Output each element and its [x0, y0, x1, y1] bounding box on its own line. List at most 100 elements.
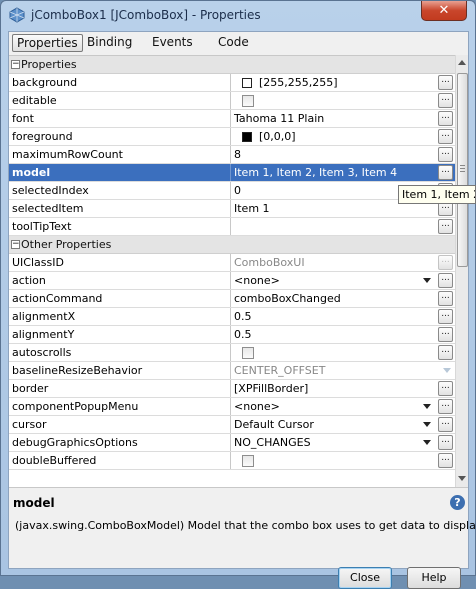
property-value: <none> — [234, 400, 280, 413]
property-value: Default Cursor — [234, 418, 314, 431]
help-icon[interactable]: ? — [450, 495, 465, 510]
property-row-model[interactable]: model Item 1, Item 2, Item 3, Item 4 ... — [9, 164, 455, 182]
property-name: background — [9, 74, 231, 91]
ellipsis-button[interactable]: ... — [438, 255, 453, 270]
property-row-debuggraphicsoptions[interactable]: debugGraphicsOptions NO_CHANGES ... — [9, 434, 455, 452]
ellipsis-button[interactable]: ... — [438, 93, 453, 108]
help-button[interactable]: Help — [407, 567, 461, 589]
ellipsis-button[interactable]: ... — [438, 111, 453, 126]
ellipsis-button[interactable]: ... — [438, 345, 453, 360]
collapse-toggle-icon[interactable]: − — [11, 240, 20, 249]
ellipsis-button[interactable]: ... — [438, 435, 453, 450]
property-value: CENTER_OFFSET — [234, 364, 326, 377]
ellipsis-button[interactable]: ... — [438, 417, 453, 432]
property-value: 0.5 — [234, 310, 252, 323]
dropdown-arrow-icon[interactable] — [423, 440, 431, 445]
title-bar[interactable]: jComboBox1 [JComboBox] - Properties ✕ — [1, 1, 475, 31]
ellipsis-button[interactable]: ... — [438, 453, 453, 468]
property-name: model — [9, 164, 231, 181]
property-row-uiclassid[interactable]: UIClassID ComboBoxUI ... — [9, 254, 455, 272]
property-row-doublebuffered[interactable]: doubleBuffered ... — [9, 452, 455, 470]
property-name: toolTipText — [9, 218, 231, 235]
property-value: ComboBoxUI — [234, 256, 305, 269]
collapse-toggle-icon[interactable]: − — [11, 60, 20, 69]
property-row-border[interactable]: border [XPFillBorder] ... — [9, 380, 455, 398]
close-window-button[interactable]: ✕ — [421, 1, 467, 21]
ellipsis-button[interactable]: ... — [438, 165, 453, 180]
property-row-foreground[interactable]: foreground [0,0,0] ... — [9, 128, 455, 146]
dropdown-arrow-icon[interactable] — [423, 278, 431, 283]
property-name: componentPopupMenu — [9, 398, 231, 415]
property-row-font[interactable]: font Tahoma 11 Plain ... — [9, 110, 455, 128]
property-value: <none> — [234, 274, 280, 287]
property-value — [232, 218, 436, 235]
tab-binding[interactable]: Binding — [83, 34, 136, 52]
property-row-editable[interactable]: editable ... — [9, 92, 455, 110]
property-value: [0,0,0] — [259, 130, 296, 143]
scrollbar-thumb[interactable] — [457, 73, 468, 267]
ellipsis-button[interactable]: ... — [438, 327, 453, 342]
ellipsis-button[interactable]: ... — [438, 273, 453, 288]
property-row-alignmenty[interactable]: alignmentY 0.5 ... — [9, 326, 455, 344]
property-name: baselineResizeBehavior — [9, 362, 231, 379]
property-name: foreground — [9, 128, 231, 145]
ellipsis-button[interactable]: ... — [438, 291, 453, 306]
property-name: font — [9, 110, 231, 127]
description-text: (javax.swing.ComboBoxModel) Model that t… — [15, 519, 476, 532]
property-sheet: − Properties background [255,255,255] ..… — [9, 55, 455, 487]
ellipsis-button[interactable]: ... — [438, 147, 453, 162]
property-name: cursor — [9, 416, 231, 433]
property-row-maximumrowcount[interactable]: maximumRowCount 8 ... — [9, 146, 455, 164]
model-tooltip: Item 1, Item 2, Item 3, Item 4 — [398, 185, 476, 204]
property-row-autoscrolls[interactable]: autoscrolls ... — [9, 344, 455, 362]
tab-events[interactable]: Events — [148, 34, 197, 52]
property-name: selectedIndex — [9, 182, 231, 199]
section-label: Other Properties — [21, 238, 112, 251]
property-row-selecteditem[interactable]: selectedItem Item 1 ... — [9, 200, 455, 218]
property-name: alignmentY — [9, 326, 231, 343]
tab-code[interactable]: Code — [214, 34, 253, 52]
close-button[interactable]: Close — [338, 567, 392, 589]
tab-bar: Properties Binding Events Code — [9, 32, 468, 55]
property-name: border — [9, 380, 231, 397]
editable-checkbox[interactable] — [242, 95, 254, 107]
property-value: Item 1, Item 2, Item 3, Item 4 — [234, 166, 398, 179]
ellipsis-button[interactable]: ... — [438, 399, 453, 414]
section-other-properties[interactable]: − Other Properties — [9, 236, 455, 254]
ellipsis-button[interactable]: ... — [438, 129, 453, 144]
property-row-cursor[interactable]: cursor Default Cursor ... — [9, 416, 455, 434]
doublebuffered-checkbox[interactable] — [242, 455, 254, 467]
scroll-down-arrow-icon[interactable] — [458, 476, 466, 481]
property-row-actioncommand[interactable]: actionCommand comboBoxChanged ... — [9, 290, 455, 308]
property-row-action[interactable]: action <none> ... — [9, 272, 455, 290]
property-name: editable — [9, 92, 231, 109]
ellipsis-button[interactable]: ... — [438, 75, 453, 90]
window-title: jComboBox1 [JComboBox] - Properties — [31, 8, 261, 22]
tab-properties[interactable]: Properties — [12, 34, 83, 52]
scroll-up-arrow-icon[interactable] — [458, 60, 466, 65]
color-swatch — [242, 78, 252, 88]
ellipsis-button[interactable]: ... — [438, 309, 453, 324]
vertical-scrollbar[interactable] — [455, 55, 468, 487]
property-value: 8 — [234, 148, 241, 161]
dialog-content: Properties Binding Events Code − Propert… — [8, 31, 476, 589]
grip-icon — [460, 165, 465, 172]
property-name: autoscrolls — [9, 344, 231, 361]
property-value: 0.5 — [234, 328, 252, 341]
property-row-selectedindex[interactable]: selectedIndex 0 ... — [9, 182, 455, 200]
dropdown-arrow-icon[interactable] — [423, 422, 431, 427]
autoscrolls-checkbox[interactable] — [242, 347, 254, 359]
property-row-tooltiptext[interactable]: toolTipText ... — [9, 218, 455, 236]
property-value: [255,255,255] — [259, 76, 338, 89]
ellipsis-button[interactable]: ... — [438, 219, 453, 234]
property-value: [XPFillBorder] — [234, 382, 309, 395]
property-row-background[interactable]: background [255,255,255] ... — [9, 74, 455, 92]
property-name: actionCommand — [9, 290, 231, 307]
dropdown-arrow-icon[interactable] — [423, 404, 431, 409]
component-icon — [9, 7, 25, 23]
section-properties[interactable]: − Properties — [9, 56, 455, 74]
property-row-baselineresizebehavior[interactable]: baselineResizeBehavior CENTER_OFFSET — [9, 362, 455, 380]
property-row-alignmentx[interactable]: alignmentX 0.5 ... — [9, 308, 455, 326]
property-row-componentpopupmenu[interactable]: componentPopupMenu <none> ... — [9, 398, 455, 416]
ellipsis-button[interactable]: ... — [438, 381, 453, 396]
